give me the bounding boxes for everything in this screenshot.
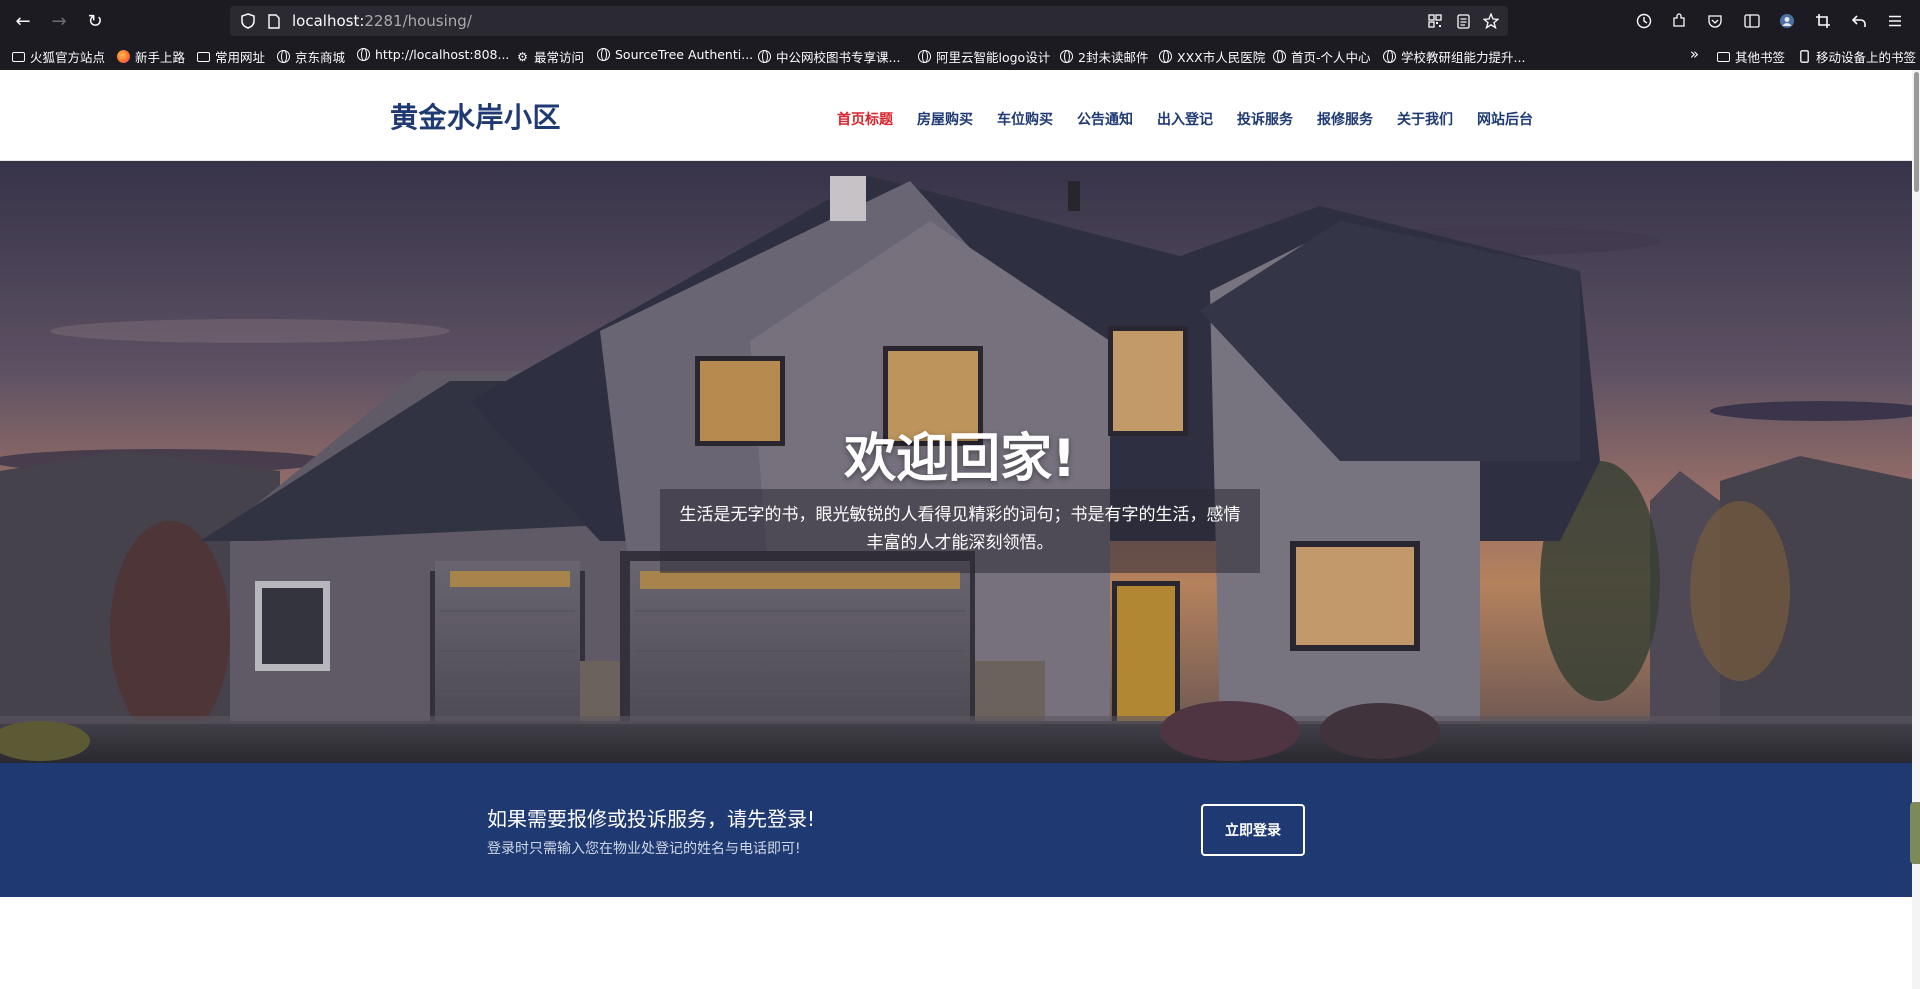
globe-icon xyxy=(1159,50,1172,63)
nav-home[interactable]: 首页标题 xyxy=(837,109,893,129)
globe-icon xyxy=(918,50,931,63)
bookmark-label: 最常访问 xyxy=(534,50,585,65)
bookmark-item[interactable]: 新手上路 xyxy=(117,47,185,66)
folder-icon xyxy=(12,51,25,62)
bookmark-item[interactable]: http://localhost:808... xyxy=(357,47,509,62)
back-icon[interactable]: ← xyxy=(10,9,36,33)
firefox-icon xyxy=(117,50,130,63)
other-bookmarks-label: 其他书签 xyxy=(1735,50,1786,65)
extension-avatar-icon[interactable] xyxy=(1776,10,1798,32)
bookmark-label: 中公网校图书专享课... xyxy=(776,50,901,65)
hero-banner: 欢迎回家! 生活是无字的书，眼光敏锐的人看得见精彩的词句；书是有字的生活，感情丰… xyxy=(0,161,1920,763)
reader-view-icon[interactable] xyxy=(1454,13,1472,29)
site-logo[interactable]: 黄金水岸小区 xyxy=(390,96,561,136)
nav-about[interactable]: 关于我们 xyxy=(1397,109,1453,129)
url-host: localhost: xyxy=(292,12,365,30)
other-bookmarks[interactable]: 其他书签 xyxy=(1717,47,1785,66)
bookmark-label: SourceTree Authenti... xyxy=(615,47,754,62)
bookmark-label: 2封未读邮件 xyxy=(1078,50,1149,65)
nav-complaints[interactable]: 投诉服务 xyxy=(1237,109,1293,129)
reload-icon[interactable]: ↻ xyxy=(82,9,108,33)
globe-icon xyxy=(597,48,610,61)
scrollbar-thumb[interactable] xyxy=(1914,72,1919,192)
globe-icon xyxy=(758,50,771,63)
menu-icon[interactable] xyxy=(1884,10,1906,32)
hero-text: 生活是无字的书，眼光敏锐的人看得见精彩的词句；书是有字的生活，感情丰富的人才能深… xyxy=(679,505,1241,553)
nav-repairs[interactable]: 报修服务 xyxy=(1317,109,1373,129)
nav-parking-purchase[interactable]: 车位购买 xyxy=(997,109,1053,129)
bookmark-label: 火狐官方站点 xyxy=(30,50,106,65)
bookmark-label: 常用网址 xyxy=(215,50,266,65)
address-bar[interactable]: localhost:2281/housing/ xyxy=(230,6,1508,36)
hero-title: 欢迎回家! xyxy=(844,429,1076,489)
bookmark-item[interactable]: 火狐官方站点 xyxy=(12,47,105,66)
nav-entry-registration[interactable]: 出入登记 xyxy=(1157,109,1213,129)
gear-icon: ⚙ xyxy=(517,49,528,64)
globe-icon xyxy=(1060,50,1073,63)
site-header: 黄金水岸小区 首页标题 房屋购买 车位购买 公告通知 出入登记 投诉服务 报修服… xyxy=(0,70,1920,161)
bookmark-label: 阿里云智能logo设计 xyxy=(936,50,1051,65)
url-text[interactable]: localhost:2281/housing/ xyxy=(292,12,472,30)
bookmark-item[interactable]: 京东商城 xyxy=(277,47,345,66)
bookmarks-bar: 火狐官方站点 新手上路 常用网址 京东商城 http://localhost:8… xyxy=(0,44,1920,68)
url-path: 2281/housing/ xyxy=(364,12,472,30)
bookmark-item[interactable]: 常用网址 xyxy=(197,47,265,66)
crop-icon[interactable] xyxy=(1812,10,1834,32)
cta-subtitle: 登录时只需输入您在物业处登记的姓名与电话即可! xyxy=(487,841,801,857)
bookmark-label: http://localhost:808... xyxy=(375,47,510,62)
star-icon[interactable] xyxy=(1482,13,1500,29)
forward-icon[interactable]: → xyxy=(46,9,72,33)
mobile-bookmarks-label: 移动设备上的书签 xyxy=(1816,50,1917,65)
sidebar-icon[interactable] xyxy=(1741,10,1763,32)
login-now-button[interactable]: 立即登录 xyxy=(1201,804,1305,856)
side-widget-tab[interactable] xyxy=(1910,802,1920,864)
bookmark-item[interactable]: 中公网校图书专享课... xyxy=(758,47,900,66)
cta-title: 如果需要报修或投诉服务，请先登录! xyxy=(487,807,816,831)
bookmark-label: XXX市人民医院 xyxy=(1177,50,1266,65)
bookmark-item[interactable]: XXX市人民医院 xyxy=(1159,47,1265,66)
more-bookmarks-icon[interactable]: » xyxy=(1688,45,1701,63)
browser-toolbar: ← → ↻ localhost:2281/housing/ xyxy=(0,0,1920,42)
bookmark-label: 新手上路 xyxy=(135,50,186,65)
undo-icon[interactable] xyxy=(1848,10,1870,32)
mobile-bookmarks[interactable]: 移动设备上的书签 xyxy=(1798,47,1916,66)
qr-code-icon[interactable] xyxy=(1426,13,1444,29)
shield-icon[interactable] xyxy=(240,13,256,29)
extensions-icon[interactable] xyxy=(1668,10,1690,32)
history-icon[interactable] xyxy=(1633,10,1655,32)
mobile-icon xyxy=(1798,50,1811,63)
folder-icon xyxy=(1717,51,1730,62)
globe-icon xyxy=(1273,50,1286,63)
bookmark-item[interactable]: 2封未读邮件 xyxy=(1060,47,1148,66)
bookmark-item[interactable]: 学校教研组能力提升... xyxy=(1383,47,1525,66)
bookmark-item[interactable]: 首页-个人中心 xyxy=(1273,47,1371,66)
login-cta-bar: 如果需要报修或投诉服务，请先登录! 登录时只需输入您在物业处登记的姓名与电话即可… xyxy=(0,763,1920,897)
browser-chrome: ← → ↻ localhost:2281/housing/ 火狐官方站点 新手上… xyxy=(0,0,1920,70)
nav-announcements[interactable]: 公告通知 xyxy=(1077,109,1133,129)
nav-admin[interactable]: 网站后台 xyxy=(1477,109,1533,129)
save-pocket-icon[interactable] xyxy=(1704,10,1726,32)
bookmark-label: 京东商城 xyxy=(295,50,346,65)
bookmark-item[interactable]: SourceTree Authenti... xyxy=(597,47,753,62)
globe-icon xyxy=(357,48,370,61)
bookmark-label: 学校教研组能力提升... xyxy=(1401,50,1526,65)
nav-house-purchase[interactable]: 房屋购买 xyxy=(917,109,973,129)
bookmark-label: 首页-个人中心 xyxy=(1291,50,1371,65)
page-icon[interactable] xyxy=(266,13,282,29)
globe-icon xyxy=(1383,50,1396,63)
bookmark-item[interactable]: 阿里云智能logo设计 xyxy=(918,47,1050,66)
globe-icon xyxy=(277,50,290,63)
folder-icon xyxy=(197,51,210,62)
bookmark-item[interactable]: ⚙ 最常访问 xyxy=(516,47,584,66)
